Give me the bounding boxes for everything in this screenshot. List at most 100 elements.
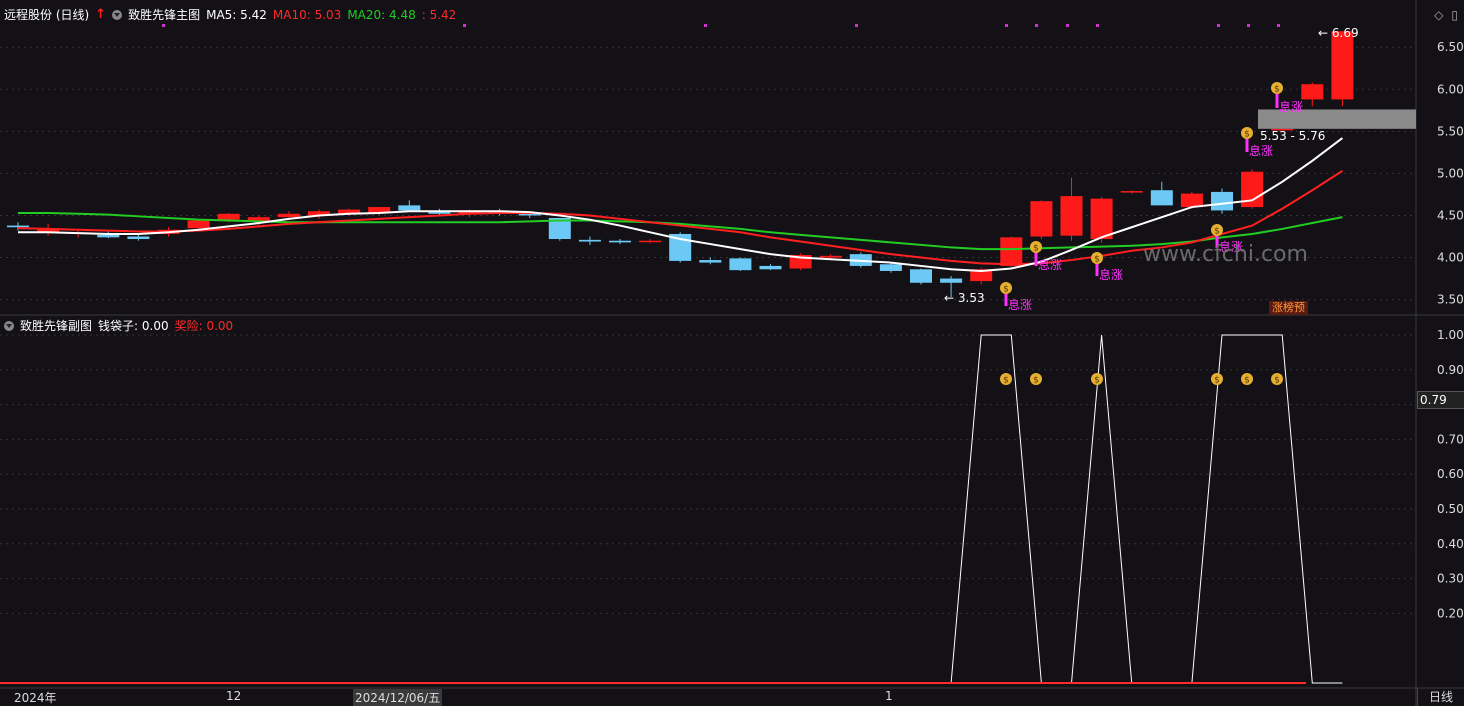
- period-button[interactable]: 日线: [1417, 688, 1464, 706]
- candle-body: [1000, 237, 1023, 266]
- rise-label: 息涨: [1099, 267, 1123, 282]
- signal-dot: [1247, 24, 1250, 27]
- watermark: www.cfchi.com: [1143, 242, 1308, 267]
- sub-tick-label: 1.00: [1437, 328, 1464, 342]
- candle-body: [1150, 190, 1173, 206]
- diamond-icon[interactable]: ◇: [1434, 8, 1443, 22]
- candle-body: [1180, 193, 1203, 208]
- moneybag-symbol: $: [1214, 376, 1220, 386]
- cursor-date: 2024/12/06/五: [353, 689, 443, 706]
- moneybag-symbol: $: [1003, 285, 1009, 295]
- window-controls: ◇ ▯: [1434, 8, 1458, 22]
- candle-body: [1030, 201, 1053, 237]
- moneybag-symbol: $: [1244, 130, 1250, 140]
- moneybag-symbol: $: [1033, 376, 1039, 386]
- candle-body: [187, 220, 210, 229]
- signal-dot: [463, 24, 466, 27]
- moneybag-symbol: $: [1033, 244, 1039, 254]
- ma5-value: MA5: 5.42: [206, 7, 267, 22]
- sub-indicator-name[interactable]: 致胜先锋副图: [20, 317, 92, 334]
- sub-current-value: 0.79: [1417, 391, 1464, 409]
- candle-body: [1120, 191, 1143, 193]
- candle-body: [7, 225, 29, 228]
- sub-tick-label: 0.70: [1437, 432, 1464, 446]
- moneybag-symbol: $: [1094, 255, 1100, 265]
- stock-title[interactable]: 远程股份 (日线): [4, 6, 89, 23]
- dropdown-icon[interactable]: [4, 320, 14, 331]
- low-price-value: 3.53: [957, 291, 985, 305]
- signal-dot: [1005, 24, 1008, 27]
- high-price-value: 6.69: [1331, 26, 1359, 40]
- candle-body: [1301, 84, 1324, 100]
- signal-dot: [1035, 24, 1038, 27]
- moneybag-symbol: $: [1274, 85, 1280, 95]
- sub-indicator-header: 致胜先锋副图 钱袋子: 0.00 奖险: 0.00: [4, 317, 233, 334]
- sub-tick-label: 0.60: [1437, 467, 1464, 481]
- chart-window: 6.506.005.505.004.504.003.501.000.900.80…: [0, 0, 1464, 706]
- candle-body: [940, 278, 963, 283]
- signal-dot: [162, 24, 165, 27]
- sub-tick-label: 0.20: [1437, 606, 1464, 620]
- high-price-label: ← 6.69: [1318, 26, 1359, 40]
- ma20-value: MA20: 4.48: [347, 7, 416, 22]
- candle-body: [217, 213, 240, 220]
- candle-body: [729, 258, 752, 271]
- rise-label: 息涨: [1008, 297, 1032, 312]
- moneybag-symbol: $: [1244, 376, 1250, 386]
- limit-up-tag: 涨榜预: [1269, 301, 1308, 315]
- price-tick-label: 3.50: [1437, 293, 1464, 307]
- low-price-label: ← 3.53: [944, 291, 985, 305]
- candle-body: [1060, 196, 1083, 236]
- moneybag-value: 钱袋子: 0.00: [98, 319, 169, 333]
- candle-body: [699, 260, 722, 263]
- rise-label: 息涨: [1279, 99, 1303, 114]
- extra-value: : 5.42: [421, 7, 457, 22]
- moneybag-symbol: $: [1003, 376, 1009, 386]
- candle-body: [578, 239, 601, 242]
- candle-body: [609, 240, 631, 243]
- candle-body: [639, 240, 662, 243]
- signal-dot: [1217, 24, 1220, 27]
- date-month-12: 12: [226, 689, 242, 703]
- signal-dot: [1277, 24, 1280, 27]
- rise-label: 息涨: [1038, 257, 1062, 272]
- sub-tick-label: 0.30: [1437, 572, 1464, 586]
- signal-dot: [855, 24, 858, 27]
- rise-label: 息涨: [1249, 143, 1273, 158]
- signal-dot: [1066, 24, 1069, 27]
- main-indicator-header: 远程股份 (日线) ↑ 致胜先锋主图 MA5: 5.42 MA10: 5.03 …: [4, 6, 456, 23]
- main-indicator-name[interactable]: 致胜先锋主图: [128, 6, 200, 23]
- candle-body: [1211, 191, 1233, 211]
- candle-body: [1090, 198, 1113, 240]
- risk-value: 奖险: 0.00: [174, 319, 234, 333]
- price-tick-label: 4.00: [1437, 251, 1464, 265]
- candle-body: [759, 265, 782, 270]
- price-range-label: 5.53 - 5.76: [1260, 129, 1326, 143]
- candle-body: [910, 269, 932, 283]
- sub-tick-label: 0.40: [1437, 537, 1464, 551]
- sub-tick-label: 0.90: [1437, 363, 1464, 377]
- price-tick-label: 5.50: [1437, 124, 1464, 138]
- price-tick-label: 4.50: [1437, 208, 1464, 222]
- candle-body: [97, 234, 120, 238]
- dropdown-icon[interactable]: [112, 9, 123, 20]
- sub-tick-label: 0.50: [1437, 502, 1464, 516]
- price-tick-label: 5.00: [1437, 166, 1464, 180]
- signal-dot: [1096, 24, 1099, 27]
- date-month-1: 1: [885, 689, 893, 703]
- moneybag-symbol: $: [1214, 227, 1220, 237]
- panel-toggle-icon[interactable]: ▯: [1451, 8, 1458, 22]
- price-tick-label: 6.00: [1437, 82, 1464, 96]
- price-chart[interactable]: 6.506.005.505.004.504.003.501.000.900.80…: [0, 0, 1464, 706]
- candle-body: [127, 236, 150, 240]
- candle-body: [277, 213, 300, 218]
- signal-dot: [704, 24, 707, 27]
- moneybag-symbol: $: [1094, 376, 1100, 386]
- candle-body: [819, 255, 842, 258]
- candle-body: [879, 264, 902, 271]
- candle-body: [247, 217, 270, 221]
- price-tick-label: 6.50: [1437, 40, 1464, 54]
- candle-body: [1331, 31, 1354, 100]
- date-year: 2024年: [14, 691, 57, 705]
- candle-body: [398, 205, 421, 211]
